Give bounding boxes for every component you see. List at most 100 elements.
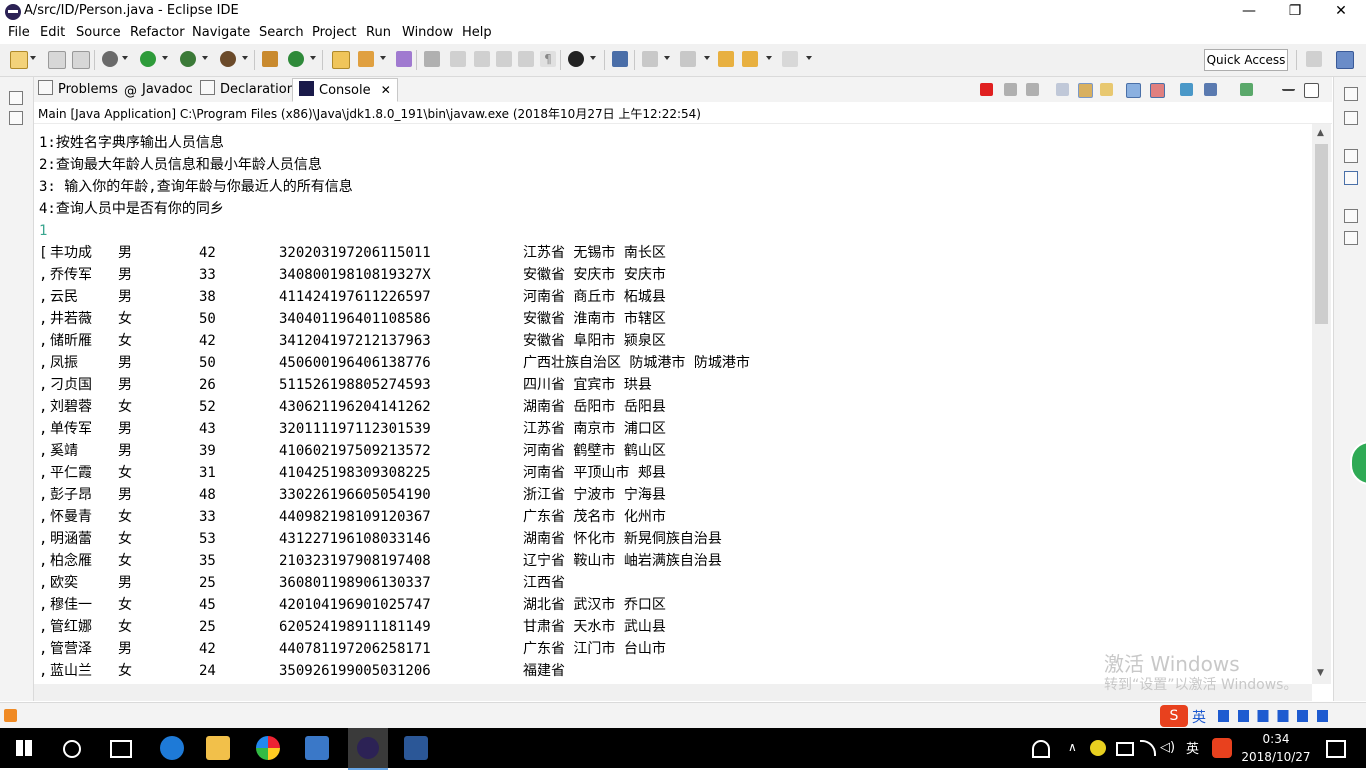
skip-breakpoints-icon[interactable]: [612, 51, 628, 67]
close-tab-icon[interactable]: ✕: [381, 83, 391, 97]
new-icon[interactable]: [10, 51, 28, 69]
tab-problems[interactable]: Problems: [38, 79, 118, 101]
run-dropdown-icon[interactable]: [162, 56, 168, 60]
menu-edit[interactable]: Edit: [40, 25, 65, 40]
new-dropdown-icon[interactable]: [30, 56, 36, 60]
back-dropdown-icon[interactable]: [766, 56, 772, 60]
open-perspective-icon[interactable]: [1306, 51, 1322, 67]
quick-access-input[interactable]: Quick Access: [1204, 49, 1288, 71]
remove-launch-icon[interactable]: [1004, 83, 1017, 96]
open-console-icon[interactable]: [1240, 83, 1253, 96]
profile-dropdown-icon[interactable]: [590, 56, 596, 60]
open-type-icon[interactable]: [332, 51, 350, 69]
word-wrap-icon[interactable]: [1100, 83, 1113, 96]
menu-navigate[interactable]: Navigate: [192, 25, 250, 40]
show-on-stdout-icon[interactable]: [1126, 83, 1141, 98]
clear-console-icon[interactable]: [1056, 83, 1069, 96]
word-icon[interactable]: [404, 736, 428, 760]
restore-icon[interactable]: [1344, 209, 1358, 223]
display-console-icon[interactable]: [1204, 83, 1217, 96]
next-annotation-dropdown-icon[interactable]: [664, 56, 670, 60]
word-wrap-icon[interactable]: [518, 51, 534, 67]
floating-badge-icon[interactable]: [1350, 441, 1366, 485]
scroll-down-icon[interactable]: ▼: [1317, 668, 1324, 678]
menu-run[interactable]: Run: [366, 25, 391, 40]
menu-file[interactable]: File: [8, 25, 30, 40]
previous-annotation-icon[interactable]: [680, 51, 696, 67]
debug-icon[interactable]: [102, 51, 118, 67]
store-icon[interactable]: [305, 736, 329, 760]
scrollbar-thumb[interactable]: [1315, 144, 1328, 324]
minimize-view-icon[interactable]: [1282, 83, 1295, 91]
vertical-scrollbar[interactable]: ▲ ▼: [1312, 124, 1331, 684]
task-view-icon[interactable]: [110, 740, 132, 758]
terminate-icon[interactable]: [980, 83, 993, 96]
coverage-dropdown-icon[interactable]: [202, 56, 208, 60]
ime-language-icon[interactable]: 英: [1192, 707, 1206, 727]
close-button[interactable]: ✕: [1318, 0, 1364, 22]
eclipse-taskbar-button[interactable]: [348, 728, 388, 770]
chrome-icon[interactable]: [256, 736, 280, 760]
sogou-tray-icon[interactable]: [1212, 738, 1232, 758]
minimize-button[interactable]: —: [1226, 0, 1272, 22]
mark-occurrences-icon[interactable]: [450, 51, 466, 67]
tab-console[interactable]: Console ✕: [292, 78, 398, 102]
external-tools-icon[interactable]: [220, 51, 236, 67]
toggle-block-icon[interactable]: [474, 51, 490, 67]
restore-button[interactable]: ❐: [1272, 0, 1318, 22]
ime-toolbar-icons[interactable]: [1218, 710, 1328, 722]
annotation-icon[interactable]: [424, 51, 440, 67]
file-explorer-icon[interactable]: [206, 736, 230, 760]
battery-icon[interactable]: [1116, 742, 1134, 756]
outline-icon[interactable]: [1344, 171, 1358, 185]
sogou-ime-icon[interactable]: S: [1160, 705, 1188, 727]
show-hidden-icons-icon[interactable]: ∧: [1068, 740, 1077, 754]
restore-icon[interactable]: [1344, 87, 1358, 101]
show-whitespace-icon[interactable]: ¶: [540, 51, 556, 67]
package-explorer-icon[interactable]: [9, 111, 23, 125]
search-icon[interactable]: [358, 51, 374, 67]
next-annotation-icon[interactable]: [642, 51, 658, 67]
notifications-icon[interactable]: [1326, 740, 1346, 758]
menu-refactor[interactable]: Refactor: [130, 25, 185, 40]
last-edit-location-icon[interactable]: [718, 51, 734, 67]
restore-icon[interactable]: [9, 91, 23, 105]
pin-console-icon[interactable]: [1180, 83, 1193, 96]
java-perspective-icon[interactable]: [1336, 51, 1354, 69]
remove-all-launches-icon[interactable]: [1026, 83, 1039, 96]
menu-help[interactable]: Help: [462, 25, 492, 40]
profile-icon[interactable]: [568, 51, 584, 67]
menu-window[interactable]: Window: [402, 25, 453, 40]
show-on-stderr-icon[interactable]: [1150, 83, 1165, 98]
previous-annotation-dropdown-icon[interactable]: [704, 56, 710, 60]
tab-javadoc[interactable]: @ Javadoc: [124, 79, 193, 101]
tab-declaration[interactable]: Declaration: [200, 79, 295, 101]
restore-icon[interactable]: [1344, 149, 1358, 163]
run-icon[interactable]: [140, 51, 156, 67]
external-tools-dropdown-icon[interactable]: [242, 56, 248, 60]
forward-dropdown-icon[interactable]: [806, 56, 812, 60]
scroll-lock-icon[interactable]: [1078, 83, 1093, 98]
volume-icon[interactable]: ◁): [1160, 740, 1175, 755]
toggle-breadcrumb-icon[interactable]: [496, 51, 512, 67]
console-output[interactable]: 1:按姓名字典序输出人员信息 2:查询最大年龄人员信息和最小年龄人员信息 3: …: [34, 124, 1312, 684]
search-dropdown-icon[interactable]: [380, 56, 386, 60]
back-icon[interactable]: [742, 51, 758, 67]
scroll-up-icon[interactable]: ▲: [1317, 128, 1324, 138]
maximize-view-icon[interactable]: [1304, 83, 1319, 98]
start-icon[interactable]: [16, 740, 32, 756]
rss-icon[interactable]: [4, 709, 17, 722]
new-class-icon[interactable]: [288, 51, 304, 67]
edge-icon[interactable]: [160, 736, 184, 760]
people-icon[interactable]: [1032, 740, 1050, 758]
save-all-icon[interactable]: [72, 51, 90, 69]
debug-dropdown-icon[interactable]: [122, 56, 128, 60]
new-class-dropdown-icon[interactable]: [310, 56, 316, 60]
coverage-icon[interactable]: [180, 51, 196, 67]
new-java-project-icon[interactable]: [262, 51, 278, 67]
save-icon[interactable]: [48, 51, 66, 69]
wifi-icon[interactable]: [1140, 740, 1156, 756]
tray-app-icon[interactable]: [1090, 740, 1106, 756]
forward-icon[interactable]: [782, 51, 798, 67]
cortana-icon[interactable]: [63, 740, 81, 758]
